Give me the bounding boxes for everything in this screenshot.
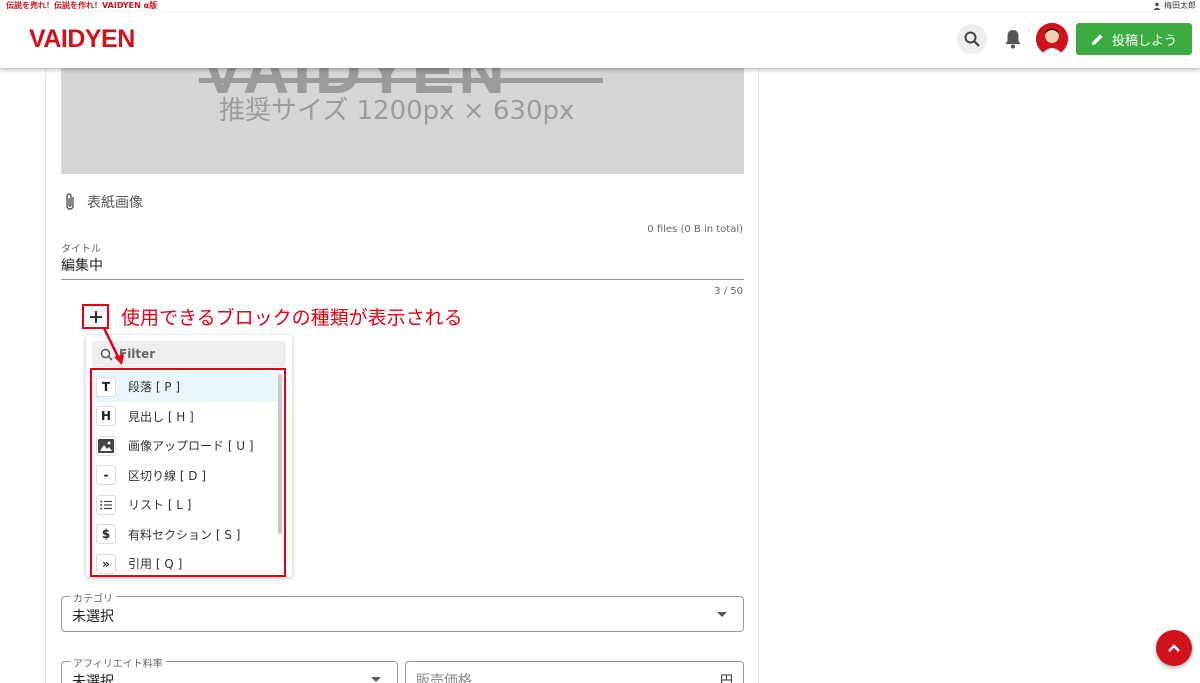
affiliate-rate-value: 未選択 — [72, 674, 114, 683]
avatar-image — [1036, 23, 1068, 55]
block-item-paid-section[interactable]: $ 有料セクション [ S ] — [92, 520, 278, 550]
affiliate-rate-select[interactable]: アフィリエイト料率 未選択 — [61, 655, 398, 683]
chevron-down-icon — [717, 612, 727, 617]
divider-icon: - — [96, 465, 116, 486]
title-input[interactable]: 編集中 — [61, 255, 103, 275]
chevron-up-icon — [1168, 644, 1180, 652]
scroll-top-button[interactable] — [1156, 630, 1192, 666]
filter-input[interactable] — [119, 347, 269, 361]
block-item-list[interactable]: リスト [ L ] — [92, 490, 278, 520]
block-item-label: 引用 [ Q ] — [128, 557, 183, 572]
price-unit: 円 — [719, 674, 733, 683]
category-select[interactable]: カテゴリ 未選択 — [61, 590, 744, 632]
block-item-label: 有料セクション [ S ] — [128, 527, 241, 542]
paperclip-icon — [66, 193, 74, 210]
top-user-name: 梅田太郎 — [1164, 1, 1196, 10]
menu-scrollbar[interactable] — [278, 374, 282, 534]
title-counter: 3 / 50 — [714, 286, 743, 297]
post-button-label: 投稿しよう — [1111, 33, 1177, 49]
cover-divider — [199, 78, 603, 83]
block-item-label: リスト [ L ] — [128, 498, 192, 513]
search-icon — [964, 31, 980, 47]
top-strip: 伝説を売れ！伝説を作れ！VAIDYEN α版 梅田太郎 — [0, 0, 1200, 12]
cover-size-text: 推奨サイズ 1200px × 630px — [219, 96, 575, 126]
block-item-label: 画像アップロード [ U ] — [128, 439, 254, 454]
file-count: 0 files (0 B in total) — [647, 224, 743, 235]
annotation-text: 使用できるブロックの種類が表示される — [121, 307, 463, 329]
cover-image-attach[interactable]: 表紙画像 — [63, 192, 143, 212]
search-button[interactable] — [957, 24, 987, 54]
title-label: タイトル — [61, 244, 101, 255]
pencil-icon — [1091, 34, 1103, 45]
block-item-image-upload[interactable]: 画像アップロード [ U ] — [92, 431, 278, 461]
category-label: カテゴリ — [70, 590, 116, 605]
site-logo[interactable]: VAIDYEN — [29, 25, 135, 54]
block-item-divider[interactable]: - 区切り線 [ D ] — [92, 461, 278, 491]
block-item-heading[interactable]: H 見出し [ H ] — [92, 402, 278, 432]
image-icon — [96, 435, 116, 456]
site-tagline: 伝説を売れ！伝説を作れ！VAIDYEN α版 — [6, 1, 158, 10]
bell-icon — [1005, 30, 1021, 49]
title-underline — [61, 279, 744, 280]
notification-button[interactable] — [998, 24, 1028, 54]
block-item-label: 見出し [ H ] — [128, 409, 194, 424]
plus-icon — [89, 310, 102, 323]
add-block-button[interactable] — [82, 304, 109, 329]
block-item-quote[interactable]: » 引用 [ Q ] — [92, 549, 278, 574]
block-type-list: T 段落 [ P ] H 見出し [ H ] 画像アップロード [ U ] - … — [92, 372, 278, 574]
site-header: VAIDYEN 投稿しよう — [0, 12, 1200, 68]
block-item-label: 区切り線 [ D ] — [128, 468, 207, 483]
price-field[interactable]: 販売価格 円 — [405, 661, 744, 683]
cover-image-label: 表紙画像 — [87, 195, 143, 211]
cover-image-preview[interactable]: VAIDYEN 推奨サイズ 1200px × 630px — [61, 68, 744, 174]
person-icon — [1153, 2, 1161, 10]
text-icon: T — [96, 376, 116, 397]
quote-icon: » — [96, 553, 116, 574]
heading-icon: H — [96, 406, 116, 427]
top-user[interactable]: 梅田太郎 — [1153, 0, 1196, 12]
annotation-arrow — [102, 327, 124, 365]
dollar-icon: $ — [96, 524, 116, 545]
avatar[interactable] — [1036, 23, 1068, 55]
price-placeholder: 販売価格 — [416, 673, 472, 683]
affiliate-rate-label: アフィリエイト料率 — [70, 655, 166, 670]
chevron-down-icon — [371, 677, 381, 682]
block-item-paragraph[interactable]: T 段落 [ P ] — [92, 372, 278, 402]
post-button[interactable]: 投稿しよう — [1076, 23, 1192, 55]
category-value: 未選択 — [72, 609, 114, 625]
block-item-label: 段落 [ P ] — [128, 380, 181, 395]
list-icon — [96, 494, 116, 515]
